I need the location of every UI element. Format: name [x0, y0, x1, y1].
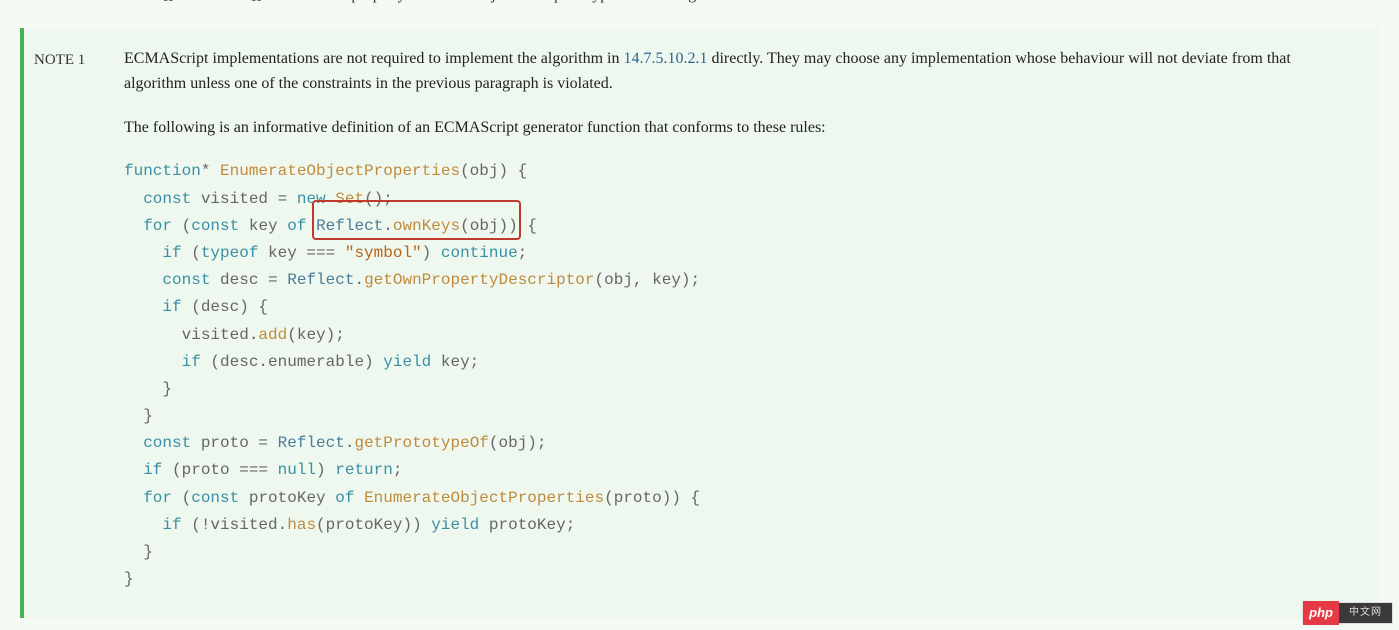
- code-token: Reflect: [316, 217, 383, 235]
- code-token: of: [287, 217, 306, 235]
- code-token: key ===: [258, 244, 344, 262]
- code-token: return: [335, 461, 393, 479]
- code-token: getPrototypeOf: [354, 434, 488, 452]
- code-token: }: [124, 570, 134, 588]
- code-token: if: [162, 298, 181, 316]
- code-token: [124, 516, 162, 534]
- code-token: [124, 244, 162, 262]
- code-token: }: [124, 380, 172, 398]
- code-token: of: [335, 489, 354, 507]
- code-token: Set: [335, 190, 364, 208]
- code-token: [124, 461, 143, 479]
- code-token: *: [201, 162, 220, 180]
- code-token: [124, 434, 143, 452]
- watermark-text: 中文网: [1339, 603, 1392, 623]
- code-token: ): [422, 244, 441, 262]
- spec-section-link[interactable]: 14.7.5.10.2.1: [623, 50, 707, 67]
- code-token: (proto ===: [162, 461, 277, 479]
- partial-text: the value of the [[Enumerable]] attribut…: [60, 0, 714, 3]
- code-token: [326, 190, 336, 208]
- code-token: (: [172, 217, 191, 235]
- code-token: (: [172, 489, 191, 507]
- code-token: function: [124, 162, 201, 180]
- code-token: null: [278, 461, 316, 479]
- code-token: Reflect: [287, 271, 354, 289]
- code-token: .: [354, 271, 364, 289]
- code-token: ();: [364, 190, 393, 208]
- code-token: const: [191, 489, 239, 507]
- code-token: if: [162, 516, 181, 534]
- code-token: for: [143, 217, 172, 235]
- code-token: (desc.enumerable): [201, 353, 383, 371]
- note-block: NOTE 1 ECMAScript implementations are no…: [20, 28, 1379, 619]
- code-token: for: [143, 489, 172, 507]
- code-token: Reflect: [278, 434, 345, 452]
- code-token: (desc) {: [182, 298, 268, 316]
- code-token: visited.: [124, 326, 258, 344]
- note-p1-pre: ECMAScript implementations are not requi…: [124, 50, 623, 67]
- code-token: ownKeys: [393, 217, 460, 235]
- code-token: (key);: [287, 326, 345, 344]
- code-token: ): [316, 461, 335, 479]
- code-token: (protoKey)): [316, 516, 431, 534]
- code-token: const: [191, 217, 239, 235]
- code-token: const: [143, 190, 191, 208]
- code-token: [124, 271, 162, 289]
- code-token: (obj) {: [460, 162, 527, 180]
- watermark-badge: php 中文网: [1302, 602, 1393, 624]
- code-token: add: [258, 326, 287, 344]
- code-token: key: [239, 217, 287, 235]
- code-token: new: [297, 190, 326, 208]
- code-token: [306, 217, 316, 235]
- code-token: getOwnPropertyDescriptor: [364, 271, 594, 289]
- code-token: EnumerateObjectProperties: [220, 162, 460, 180]
- code-token: (obj)) {: [460, 217, 537, 235]
- code-token: (: [182, 244, 201, 262]
- code-token: continue: [441, 244, 518, 262]
- code-token: }: [124, 407, 153, 425]
- code-token: }: [124, 543, 153, 561]
- code-token: protoKey;: [479, 516, 575, 534]
- code-token: [124, 190, 143, 208]
- code-token: ;: [518, 244, 528, 262]
- code-token: [124, 298, 162, 316]
- code-block: function* EnumerateObjectProperties(obj)…: [124, 158, 1349, 593]
- code-token: (!visited.: [182, 516, 288, 534]
- code-token: yield: [431, 516, 479, 534]
- code-token: [124, 353, 182, 371]
- note-paragraph-1: ECMAScript implementations are not requi…: [124, 46, 1349, 97]
- code-token: const: [162, 271, 210, 289]
- code-token: [124, 489, 143, 507]
- code-token: visited =: [191, 190, 297, 208]
- note-content: ECMAScript implementations are not requi…: [124, 46, 1349, 594]
- code-token: ;: [393, 461, 403, 479]
- code-token: key;: [431, 353, 479, 371]
- code-token: has: [287, 516, 316, 534]
- code-token: (proto)) {: [604, 489, 700, 507]
- code-token: .: [383, 217, 393, 235]
- code-token: EnumerateObjectProperties: [364, 489, 604, 507]
- code-token: (obj);: [489, 434, 547, 452]
- note-paragraph-2: The following is an informative definiti…: [124, 115, 1349, 141]
- watermark-tag: php: [1303, 601, 1339, 626]
- code-token: if: [182, 353, 201, 371]
- code-token: yield: [383, 353, 431, 371]
- code-token: (obj, key);: [595, 271, 701, 289]
- code-token: proto =: [191, 434, 277, 452]
- code-token: if: [162, 244, 181, 262]
- code-token: protoKey: [239, 489, 335, 507]
- code-token: const: [143, 434, 191, 452]
- code-token: "symbol": [345, 244, 422, 262]
- code-token: [124, 217, 143, 235]
- code-token: if: [143, 461, 162, 479]
- code-token: typeof: [201, 244, 259, 262]
- partial-previous-paragraph: the value of the [[Enumerable]] attribut…: [0, 0, 1399, 18]
- code-token: desc =: [210, 271, 287, 289]
- code-token: [354, 489, 364, 507]
- note-label: NOTE 1: [34, 46, 124, 594]
